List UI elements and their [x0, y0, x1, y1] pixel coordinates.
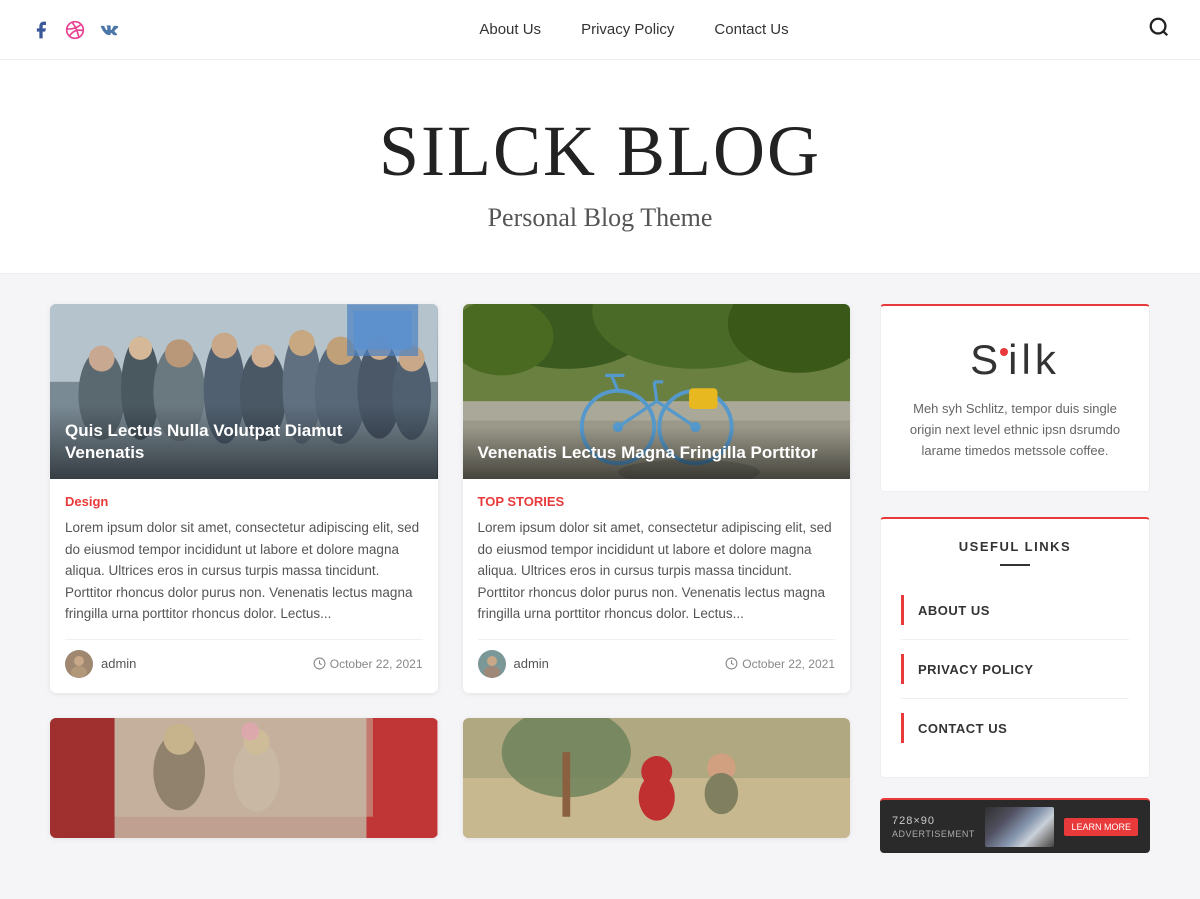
useful-link-text-privacy: PRIVACY POLICY [918, 662, 1034, 677]
post-image-4[interactable] [463, 718, 851, 838]
post-body-2: TOP STORIES Lorem ipsum dolor sit amet, … [463, 479, 851, 693]
posts-grid: Quis Lectus Nulla Volutpat Diamut Venena… [50, 304, 850, 853]
sidebar: Silk Meh syh Schlitz, tempor duis single… [880, 304, 1150, 853]
sidebar-advertisement: 728×90 ADVERTISEMENT LEARN MORE [880, 798, 1150, 853]
search-icon[interactable] [1148, 16, 1170, 43]
ad-size-text: 728×90 [892, 815, 975, 827]
useful-link-about[interactable]: ABOUT US [901, 581, 1129, 640]
useful-link-privacy[interactable]: PRIVACY POLICY [901, 640, 1129, 699]
silk-logo: Silk [970, 336, 1060, 384]
useful-links-divider [1000, 564, 1030, 566]
post-card-1: Quis Lectus Nulla Volutpat Diamut Venena… [50, 304, 438, 693]
sidebar-about-widget: Silk Meh syh Schlitz, tempor duis single… [880, 304, 1150, 492]
sidebar-about-text: Meh syh Schlitz, tempor duis single orig… [901, 399, 1129, 461]
blog-title: SILCK BLOG [20, 110, 1180, 193]
post-overlay-title-1: Quis Lectus Nulla Volutpat Diamut Venena… [50, 405, 438, 479]
post-author-1: admin [65, 650, 136, 678]
useful-link-text-contact: CONTACT US [918, 721, 1007, 736]
ad-graphic [985, 807, 1055, 847]
hero-section: SILCK BLOG Personal Blog Theme [0, 60, 1200, 274]
post-card-4 [463, 718, 851, 838]
post-card-2: Venenatis Lectus Magna Fringilla Porttit… [463, 304, 851, 693]
post-excerpt-1: Lorem ipsum dolor sit amet, consectetur … [65, 517, 423, 625]
post-excerpt-2: Lorem ipsum dolor sit amet, consectetur … [478, 517, 836, 625]
useful-link-contact[interactable]: CONTACT US [901, 699, 1129, 757]
author-avatar-1 [65, 650, 93, 678]
vk-icon[interactable] [98, 19, 120, 41]
useful-link-bar-1 [901, 595, 904, 625]
sidebar-useful-links: USEFUL LINKS ABOUT US PRIVACY POLICY CON… [880, 517, 1150, 778]
post-date-text-2: October 22, 2021 [742, 657, 835, 671]
blog-subtitle: Personal Blog Theme [20, 203, 1180, 233]
post-card-3 [50, 718, 438, 838]
site-header: About Us Privacy Policy Contact Us [0, 0, 1200, 60]
post-overlay-title-2: Venenatis Lectus Magna Fringilla Porttit… [463, 427, 851, 479]
facebook-icon[interactable] [30, 19, 52, 41]
post-category-1[interactable]: Design [65, 494, 423, 509]
useful-link-bar-3 [901, 713, 904, 743]
post-image-2[interactable]: Venenatis Lectus Magna Fringilla Porttit… [463, 304, 851, 479]
post-image-3[interactable] [50, 718, 438, 838]
post-image-1[interactable]: Quis Lectus Nulla Volutpat Diamut Venena… [50, 304, 438, 479]
social-links [30, 19, 120, 41]
nav-privacy[interactable]: Privacy Policy [581, 21, 674, 38]
useful-link-text-about: ABOUT US [918, 603, 990, 618]
silk-logo-dot [1000, 348, 1008, 356]
post-date-text-1: October 22, 2021 [330, 657, 423, 671]
post-author-2: admin [478, 650, 549, 678]
post-body-1: Design Lorem ipsum dolor sit amet, conse… [50, 479, 438, 693]
author-name-1: admin [101, 656, 136, 671]
author-avatar-2 [478, 650, 506, 678]
ad-learn-more-button[interactable]: LEARN MORE [1064, 818, 1138, 836]
main-nav: About Us Privacy Policy Contact Us [479, 21, 788, 38]
dribbble-icon[interactable] [64, 19, 86, 41]
post-date-1: October 22, 2021 [313, 657, 423, 671]
main-content: Quis Lectus Nulla Volutpat Diamut Venena… [30, 274, 1170, 883]
nav-contact[interactable]: Contact Us [714, 21, 788, 38]
nav-about[interactable]: About Us [479, 21, 541, 38]
post-meta-1: admin October 22, 2021 [65, 639, 423, 678]
author-name-2: admin [514, 656, 549, 671]
ad-size-label: 728×90 ADVERTISEMENT [892, 815, 975, 839]
post-category-2[interactable]: TOP STORIES [478, 494, 836, 509]
post-meta-2: admin October 22, 2021 [478, 639, 836, 678]
post-date-2: October 22, 2021 [725, 657, 835, 671]
useful-link-bar-2 [901, 654, 904, 684]
useful-links-title: USEFUL LINKS [901, 539, 1129, 554]
ad-label-text: ADVERTISEMENT [892, 829, 975, 839]
